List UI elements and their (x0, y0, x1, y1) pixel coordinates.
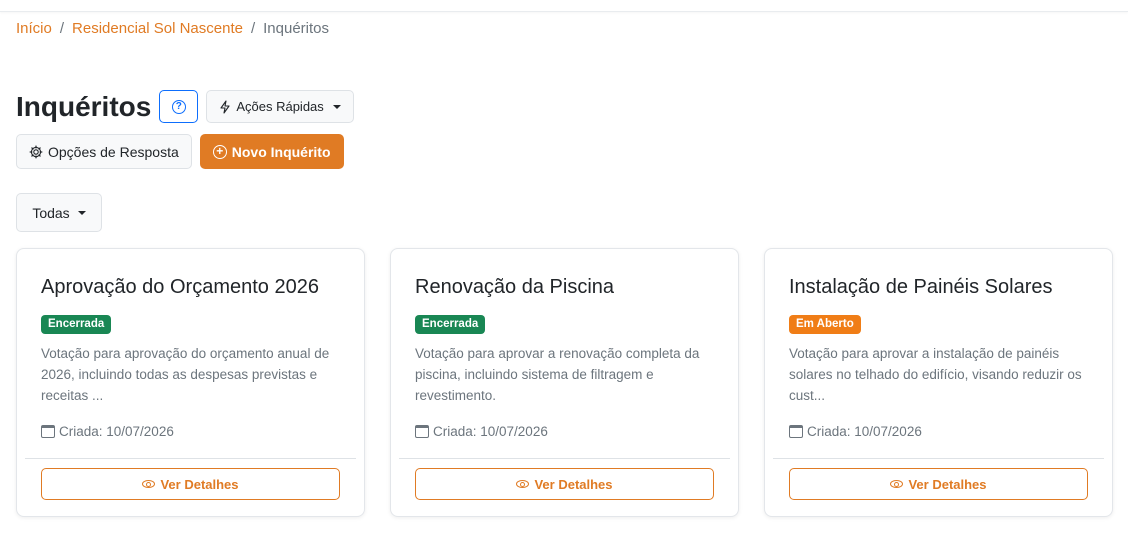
question-circle-icon: ? (171, 99, 186, 114)
inquiry-title: Renovação da Piscina (415, 276, 615, 298)
view-details-label: Ver Detalhes (908, 476, 987, 492)
page-title: Inquéritos (16, 90, 152, 122)
inquiry-description: Votação para aprovar a instalação de pai… (789, 346, 1082, 403)
inquiry-card: Instalação de Painéis Solares Em Aberto … (764, 248, 1113, 517)
status-badge: Encerrada (41, 315, 112, 334)
response-options-label: Opções de Resposta (48, 143, 179, 160)
quick-actions-label: Ações Rápidas (236, 99, 324, 114)
inquiry-title: Aprovação do Orçamento 2026 (41, 276, 319, 298)
new-inquiry-button[interactable]: + Novo Inquérito (199, 134, 344, 169)
plus-circle-icon: + (212, 144, 227, 159)
new-inquiry-label: Novo Inquérito (231, 143, 331, 160)
breadcrumb-current: Inquéritos (263, 20, 330, 37)
eye-icon (890, 480, 904, 488)
card-divider (773, 458, 1104, 459)
page-header: Inquéritos ? Ações Rápidas (16, 90, 354, 123)
card-divider (25, 458, 356, 459)
inquiry-card: Aprovação do Orçamento 2026 Encerrada Vo… (16, 248, 365, 517)
card-divider (399, 458, 730, 459)
top-navbar-edge (0, 0, 1128, 12)
status-badge: Em Aberto (789, 315, 861, 334)
view-details-button[interactable]: Ver Detalhes (415, 468, 714, 500)
gear-icon (29, 145, 43, 158)
breadcrumb-home-link[interactable]: Início (16, 20, 52, 37)
inquiry-card-list: Aprovação do Orçamento 2026 Encerrada Vo… (16, 248, 1113, 517)
created-date-text: Criada: 10/07/2026 (433, 424, 548, 439)
caret-down-icon (77, 210, 86, 215)
breadcrumb-separator: / (59, 20, 65, 37)
inquiry-description: Votação para aprovar a renovação complet… (415, 346, 700, 403)
page-actions: Opções de Resposta + Novo Inquérito (16, 134, 344, 169)
help-button[interactable]: ? (159, 90, 199, 123)
inquiry-created-date: Criada: 10/07/2026 (789, 424, 922, 439)
caret-down-icon (332, 104, 341, 109)
inquiry-created-date: Criada: 10/07/2026 (41, 424, 174, 439)
calendar-icon (415, 425, 429, 438)
breadcrumb-separator: / (250, 20, 256, 37)
lightning-icon (220, 99, 230, 114)
inquiry-created-date: Criada: 10/07/2026 (415, 424, 548, 439)
quick-actions-dropdown[interactable]: Ações Rápidas (206, 90, 354, 123)
calendar-icon (41, 425, 55, 438)
view-details-button[interactable]: Ver Detalhes (41, 468, 340, 500)
view-details-label: Ver Detalhes (160, 476, 239, 492)
view-details-label: Ver Detalhes (534, 476, 613, 492)
response-options-button[interactable]: Opções de Resposta (16, 134, 192, 169)
created-date-text: Criada: 10/07/2026 (807, 424, 922, 439)
breadcrumb-condo-link[interactable]: Residencial Sol Nascente (72, 20, 243, 37)
inquiry-description: Votação para aprovação do orçamento anua… (41, 346, 330, 403)
eye-icon (516, 480, 530, 488)
inquiry-title: Instalação de Painéis Solares (789, 276, 1053, 298)
status-filter-dropdown[interactable]: Todas (16, 193, 102, 232)
calendar-icon (789, 425, 803, 438)
created-date-text: Criada: 10/07/2026 (59, 424, 174, 439)
eye-icon (142, 480, 156, 488)
status-badge: Encerrada (415, 315, 486, 334)
breadcrumb: Início / Residencial Sol Nascente / Inqu… (16, 20, 329, 37)
view-details-button[interactable]: Ver Detalhes (789, 468, 1088, 500)
inquiry-card: Renovação da Piscina Encerrada Votação p… (390, 248, 739, 517)
status-filter-label: Todas (32, 204, 70, 221)
